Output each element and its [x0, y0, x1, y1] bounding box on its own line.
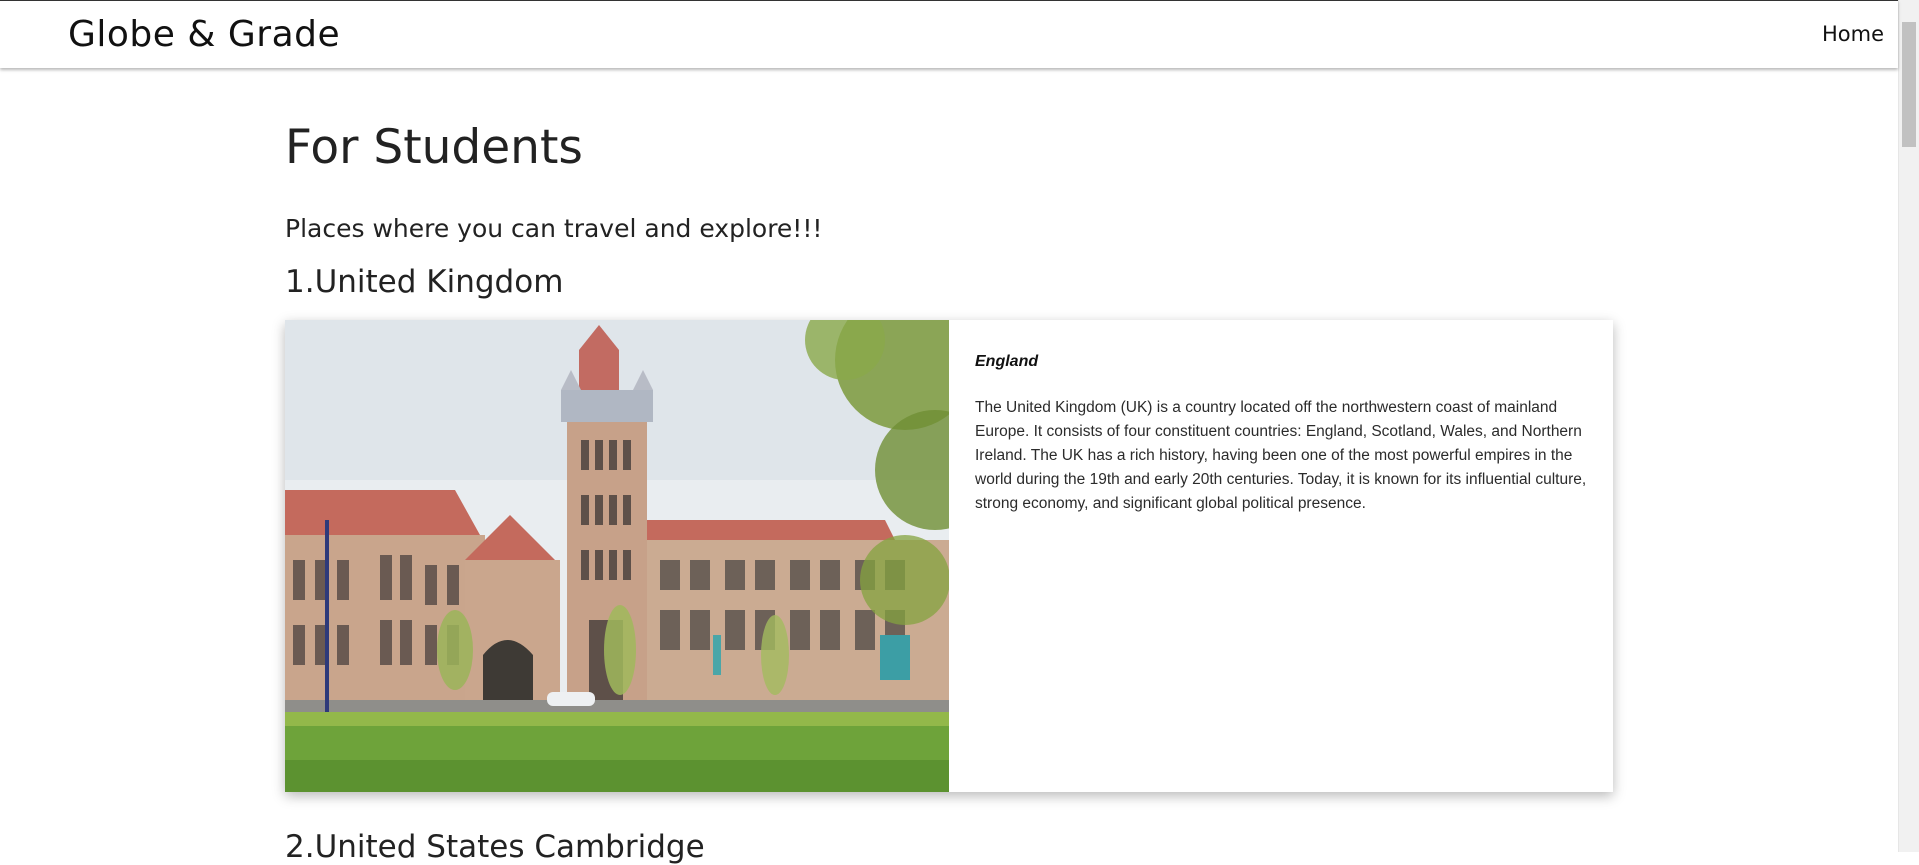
- page-scrollbar[interactable]: [1898, 0, 1919, 852]
- page-title: For Students: [285, 120, 583, 175]
- country-card-united-kingdom: England The United Kingdom (UK) is a cou…: [285, 320, 1613, 792]
- card-country-name: England: [975, 353, 1039, 370]
- university-building-image: [285, 320, 949, 792]
- section-heading-united-kingdom: 1.United Kingdom: [285, 264, 564, 300]
- card-body: England The United Kingdom (UK) is a cou…: [949, 320, 1613, 792]
- top-navbar: Globe & Grade Home: [0, 0, 1898, 68]
- section-heading-united-states: 2.United States Cambridge: [285, 829, 705, 865]
- page-subtitle: Places where you can travel and explore!…: [285, 214, 823, 243]
- brand-logo-link[interactable]: Globe & Grade: [68, 14, 340, 55]
- card-description: The United Kingdom (UK) is a country loc…: [975, 399, 1587, 512]
- scrollbar-thumb[interactable]: [1902, 22, 1916, 147]
- nav-home-link[interactable]: Home: [1822, 22, 1884, 46]
